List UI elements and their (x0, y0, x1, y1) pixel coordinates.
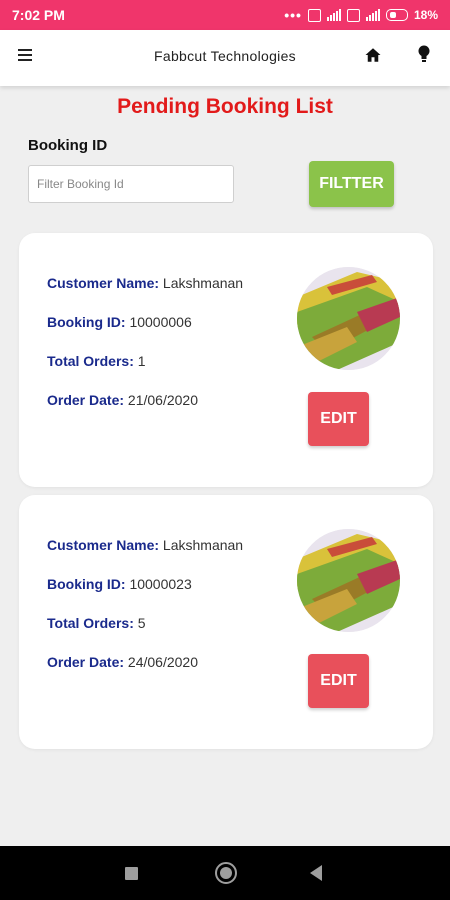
customer-name-label: Customer Name: (47, 537, 160, 553)
page-title: Pending Booking List (117, 95, 333, 118)
order-date-row: Order Date: 24/06/2020 (47, 654, 198, 670)
volte-icon (307, 8, 321, 22)
volte-icon-2 (346, 8, 360, 22)
booking-card: Customer Name: Lakshmanan Booking ID: 10… (19, 495, 433, 749)
recent-apps-icon[interactable] (125, 867, 138, 880)
signal-icon (326, 9, 341, 21)
saree-product-image (297, 267, 400, 370)
order-date-value: 24/06/2020 (127, 654, 198, 670)
booking-card: Customer Name: Lakshmanan Booking ID: 10… (19, 233, 433, 487)
system-nav-bar (0, 846, 450, 900)
booking-id-label: Booking ID: (47, 314, 126, 330)
lightbulb-icon[interactable] (416, 44, 432, 64)
total-orders-row: Total Orders: 1 (47, 353, 146, 369)
booking-id-value: 10000006 (129, 314, 192, 330)
total-orders-value: 5 (137, 615, 146, 631)
app-title: Fabbcut Technologies (154, 48, 296, 64)
booking-id-label: Booking ID (28, 137, 108, 154)
status-icons: ••• 18% (284, 8, 438, 22)
order-date-label: Order Date: (47, 392, 125, 408)
edit-button[interactable]: EDIT (308, 392, 369, 446)
signal-icon-2 (365, 9, 380, 21)
total-orders-row: Total Orders: 5 (47, 615, 146, 631)
customer-name-value: Lakshmanan (162, 275, 244, 291)
booking-id-value: 10000023 (129, 576, 192, 592)
booking-id-filter-input[interactable] (28, 165, 234, 203)
customer-name-value: Lakshmanan (162, 537, 244, 553)
order-date-value: 21/06/2020 (127, 392, 198, 408)
total-orders-label: Total Orders: (47, 615, 134, 631)
total-orders-label: Total Orders: (47, 353, 134, 369)
total-orders-value: 1 (137, 353, 146, 369)
home-icon[interactable] (364, 46, 382, 64)
booking-id-row: Booking ID: 10000023 (47, 576, 192, 592)
customer-name-row: Customer Name: Lakshmanan (47, 275, 243, 291)
notification-dots-icon: ••• (284, 7, 302, 23)
order-date-label: Order Date: (47, 654, 125, 670)
saree-product-image (297, 529, 400, 632)
status-time: 7:02 PM (12, 7, 65, 23)
order-date-row: Order Date: 21/06/2020 (47, 392, 198, 408)
back-icon[interactable] (310, 865, 322, 881)
battery-icon (385, 9, 408, 21)
battery-level: 18% (413, 8, 438, 22)
home-nav-icon[interactable] (215, 862, 237, 884)
customer-name-label: Customer Name: (47, 275, 160, 291)
filter-button[interactable]: FILTTER (309, 161, 394, 207)
customer-name-row: Customer Name: Lakshmanan (47, 537, 243, 553)
edit-button[interactable]: EDIT (308, 654, 369, 708)
booking-id-label: Booking ID: (47, 576, 126, 592)
booking-id-row: Booking ID: 10000006 (47, 314, 192, 330)
app-bar: Fabbcut Technologies (0, 30, 450, 86)
status-bar: 7:02 PM ••• 18% (0, 0, 450, 30)
